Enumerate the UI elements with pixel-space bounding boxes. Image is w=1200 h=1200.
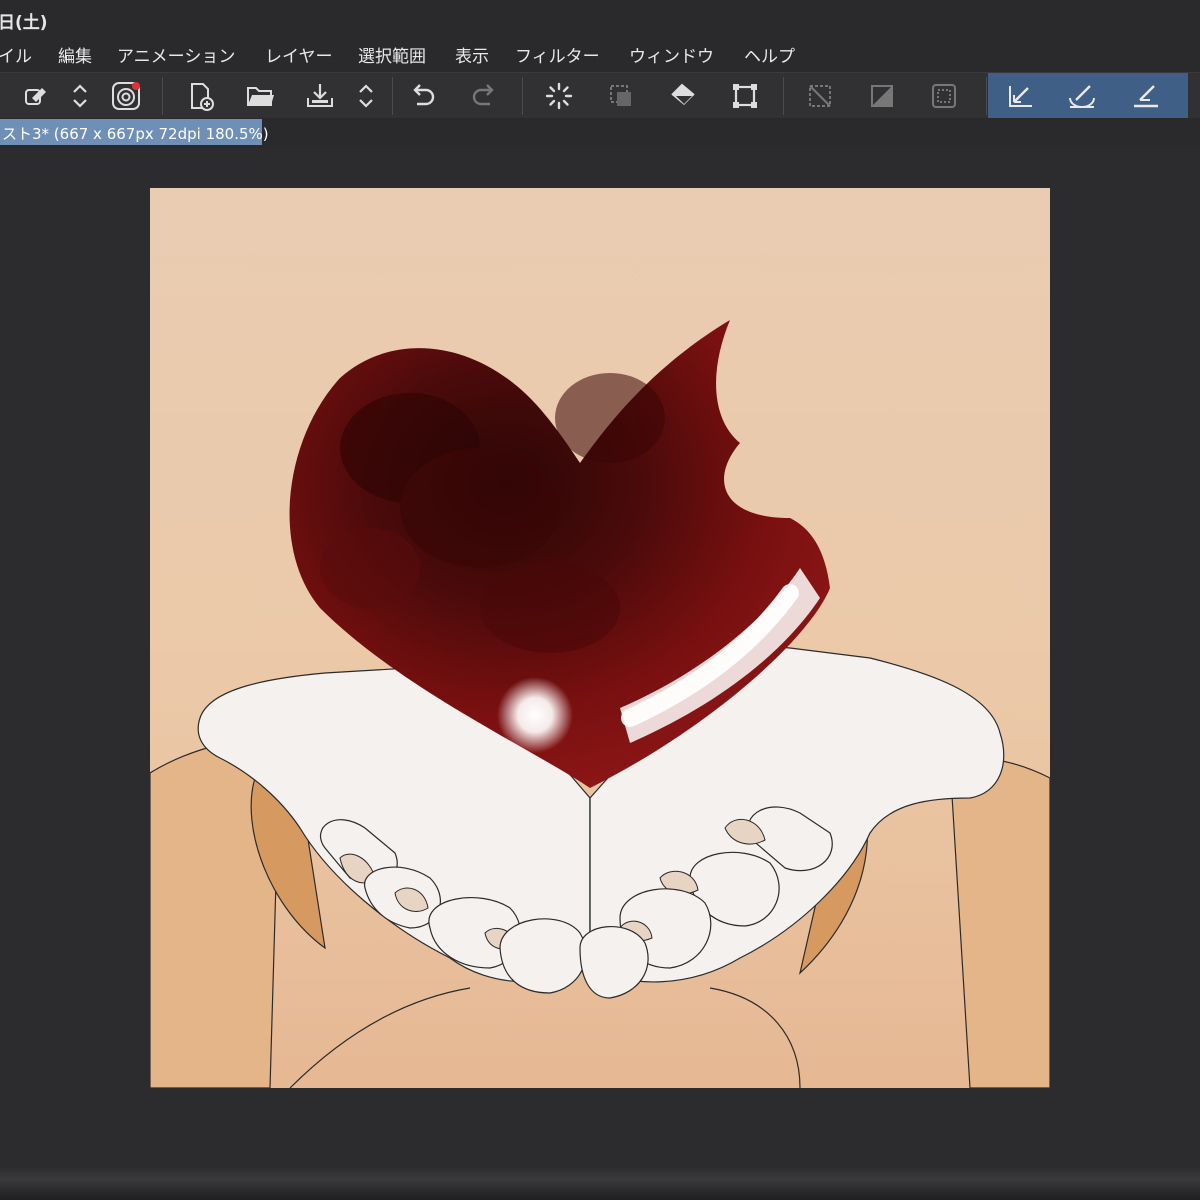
brush-stroke-icon[interactable] bbox=[1064, 78, 1100, 114]
heart-in-hands-illustration bbox=[150, 188, 1050, 1088]
updown-arrows-icon[interactable] bbox=[62, 78, 98, 114]
menu-layer[interactable]: レイヤー bbox=[265, 42, 333, 67]
crop-icon[interactable] bbox=[727, 78, 763, 114]
selection-border-icon[interactable] bbox=[926, 78, 962, 114]
heart-highlight-spot bbox=[497, 677, 573, 753]
document-tab[interactable]: スト3* (667 x 667px 72dpi 180.5%) bbox=[0, 119, 269, 145]
transform-selection-icon[interactable] bbox=[603, 78, 639, 114]
window-title: 日(土) bbox=[0, 13, 48, 33]
title-bar: 日(土) bbox=[0, 0, 1200, 34]
document-tab-label: スト3* (667 x 667px 72dpi 180.5%) bbox=[2, 125, 269, 143]
redo-icon[interactable] bbox=[466, 78, 502, 114]
menu-view[interactable]: 表示 bbox=[455, 42, 489, 67]
drawing-canvas[interactable] bbox=[150, 188, 1050, 1088]
menu-bar: イル 編集 アニメーション レイヤー 選択範囲 表示 フィルター ウィンドウ ヘ… bbox=[0, 34, 1200, 72]
monitor-bezel bbox=[0, 1165, 1200, 1200]
updown-arrows-icon[interactable] bbox=[348, 78, 384, 114]
deselect-icon[interactable] bbox=[802, 78, 838, 114]
menu-animation[interactable]: アニメーション bbox=[117, 42, 235, 67]
menu-edit[interactable]: 編集 bbox=[58, 42, 92, 67]
open-folder-icon[interactable] bbox=[242, 78, 278, 114]
command-bar bbox=[0, 72, 1200, 120]
menu-window[interactable]: ウィンドウ bbox=[629, 42, 714, 67]
menu-filter[interactable]: フィルター bbox=[515, 42, 600, 67]
menu-file[interactable]: イル bbox=[0, 42, 32, 67]
eraser-stroke-icon[interactable] bbox=[1128, 78, 1164, 114]
menu-help[interactable]: ヘルプ bbox=[744, 42, 795, 67]
loading-spinner-icon[interactable] bbox=[541, 78, 577, 114]
app-logo-icon[interactable] bbox=[108, 78, 144, 114]
invert-selection-icon[interactable] bbox=[864, 78, 900, 114]
pen-stroke-icon[interactable] bbox=[1002, 78, 1038, 114]
eyedropper-icon[interactable] bbox=[18, 78, 54, 114]
save-icon[interactable] bbox=[302, 78, 338, 114]
menu-selection[interactable]: 選択範囲 bbox=[358, 42, 426, 67]
fill-icon[interactable] bbox=[665, 78, 701, 114]
new-file-icon[interactable] bbox=[182, 78, 218, 114]
app-window: 日(土) イル 編集 アニメーション レイヤー 選択範囲 表示 フィルター ウィ… bbox=[0, 0, 1200, 1165]
undo-icon[interactable] bbox=[405, 78, 441, 114]
document-tab-bar: スト3* (667 x 667px 72dpi 180.5%) bbox=[0, 118, 1200, 148]
